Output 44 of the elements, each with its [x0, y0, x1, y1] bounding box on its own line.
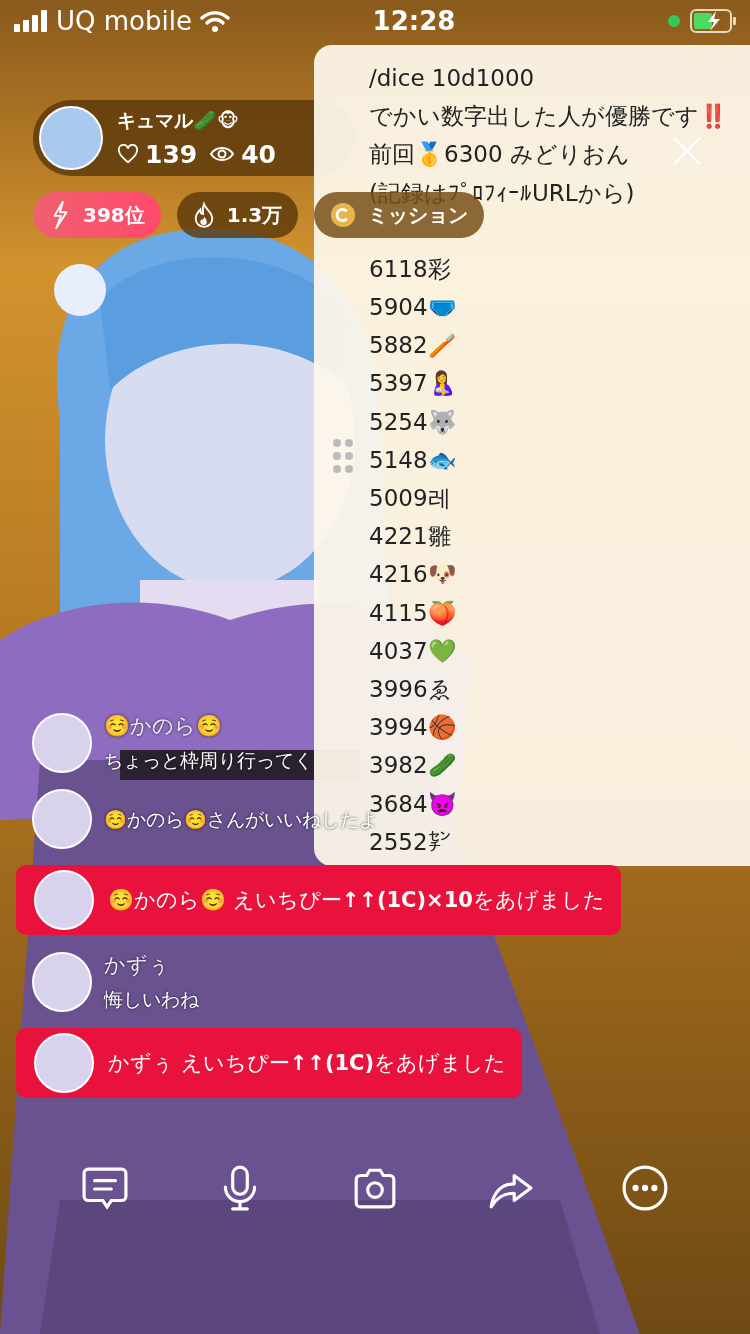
avatar[interactable] — [34, 870, 94, 930]
avatar[interactable] — [39, 106, 103, 170]
coin-icon — [330, 202, 357, 228]
heart-icon — [117, 144, 139, 164]
dice-result: 4037💚 — [369, 636, 457, 666]
dice-result: 3996ゑ — [369, 675, 452, 705]
dice-result: 5254🐺 — [369, 407, 457, 437]
avatar[interactable] — [34, 1033, 94, 1093]
user-name: かずぅ — [104, 952, 171, 979]
rank-badge[interactable]: 398位 — [33, 192, 161, 238]
drag-handle-icon[interactable] — [332, 438, 354, 474]
dice-result: 4216🐶 — [369, 560, 457, 590]
dice-result: 3982🥒 — [369, 751, 457, 781]
viewer-count: 40 — [241, 139, 276, 169]
panel-text: /dice 10d1000 — [369, 64, 535, 93]
streamer-name: キュマル🥒🐵 — [117, 107, 240, 133]
comment-icon[interactable] — [82, 1165, 129, 1211]
clock-time: 12:28 — [372, 6, 456, 36]
carrier-name: UQ mobile — [56, 6, 192, 36]
dice-result: 2552㌢ — [369, 828, 451, 857]
dot-icon — [668, 15, 680, 27]
signal-icon — [14, 10, 48, 32]
dice-result: 5904🩲 — [369, 293, 457, 322]
dice-result: 5009레 — [369, 484, 451, 514]
eye-icon — [209, 145, 236, 163]
panel-text: でかい数字出した人が優勝です‼ — [369, 102, 728, 132]
dice-result: 3994🏀 — [369, 713, 457, 743]
dice-result: 5882🪥 — [369, 331, 457, 361]
panel-text: 前回🥇6300 みどりおん — [369, 140, 630, 170]
user-name: ☺かのら☺ — [104, 713, 223, 740]
dice-result: 6118彩 — [369, 254, 451, 284]
gift-message: かずぅ えいちぴー↑↑(1C)をあげました — [108, 1050, 507, 1077]
battery-charging-icon — [690, 9, 736, 33]
dice-result: 5148🐟 — [369, 445, 457, 475]
popularity-badge[interactable]: 1.3万 — [176, 192, 299, 238]
more-icon[interactable] — [621, 1165, 668, 1211]
chat-message: 悔しいわね — [104, 988, 199, 1012]
dice-result: 4115🍑 — [369, 598, 457, 628]
like-count: 139 — [145, 139, 198, 169]
flame-icon — [192, 201, 215, 229]
dice-result: 4221雛 — [369, 522, 451, 552]
dice-result: 5397🤱 — [369, 369, 457, 399]
wifi-icon — [199, 10, 230, 32]
gift-message: ☺かのら☺ えいちぴー↑↑(1C)×10をあげました — [108, 887, 605, 914]
